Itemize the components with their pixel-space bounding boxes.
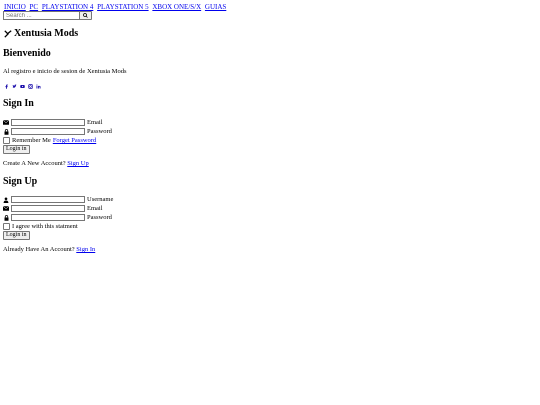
search-button[interactable] <box>79 11 92 20</box>
forget-password-link[interactable]: Forget Password <box>53 137 96 144</box>
user-icon <box>3 196 9 203</box>
signin-email-label: Email <box>87 119 103 126</box>
lock-icon <box>3 128 9 135</box>
signup-email-row: Email <box>3 205 103 212</box>
signup-email-input[interactable] <box>11 205 85 212</box>
have-account-prompt: Already Have An Account? <box>3 246 75 253</box>
remember-label: Remember Me <box>12 137 51 144</box>
have-account-line: Already Have An Account? Sign In <box>3 246 95 253</box>
nav-item-guias[interactable]: GUIAS <box>205 3 226 11</box>
social-links <box>4 83 41 89</box>
nav-item-playstation-4[interactable]: PLAYSTATION 4 <box>42 3 94 11</box>
signin-email-input[interactable] <box>11 119 85 126</box>
agree-checkbox[interactable] <box>3 223 10 230</box>
signup-link[interactable]: Sign Up <box>67 160 89 167</box>
signup-username-row: Username <box>3 196 113 203</box>
lock-icon <box>3 214 9 221</box>
signup-email-label: Email <box>87 205 103 212</box>
youtube-icon[interactable] <box>20 83 25 88</box>
facebook-icon[interactable] <box>4 83 9 89</box>
top-nav: INICIO PC PLAYSTATION 4 PLAYSTATION 5 XB… <box>4 3 228 11</box>
welcome-title: Bienvenido <box>3 48 51 59</box>
agree-label: I agree with this statment <box>12 223 78 230</box>
nav-item-xbox[interactable]: XBOX ONE/S/X <box>152 3 201 11</box>
search-input[interactable] <box>3 11 81 20</box>
signin-password-input[interactable] <box>11 128 85 135</box>
signup-button[interactable]: Login in <box>3 231 30 240</box>
nav-item-inicio[interactable]: INICIO <box>4 3 26 11</box>
signup-username-input[interactable] <box>11 196 85 203</box>
search-icon <box>83 13 88 18</box>
remember-checkbox[interactable] <box>3 137 10 144</box>
site-name: Xentusia Mods <box>14 28 79 39</box>
signin-password-row: Password <box>3 128 112 135</box>
linkedin-icon[interactable] <box>36 83 41 89</box>
signin-button[interactable]: Login in <box>3 145 30 154</box>
signin-password-label: Password <box>87 128 112 135</box>
site-logo[interactable]: Xentusia Mods <box>4 28 78 39</box>
signin-email-row: Email <box>3 119 103 126</box>
signup-title: Sign Up <box>3 176 38 187</box>
nav-item-playstation-5[interactable]: PLAYSTATION 5 <box>97 3 149 11</box>
signup-password-label: Password <box>87 214 112 221</box>
instagram-icon[interactable] <box>28 83 33 89</box>
twitter-icon[interactable] <box>12 83 17 88</box>
signup-password-row: Password <box>3 214 112 221</box>
welcome-subtitle: Al registro e inicio de sesion de Xentus… <box>3 68 127 75</box>
remember-row: Remember Me Forget Password <box>3 137 96 144</box>
envelope-icon <box>3 120 9 126</box>
nav-item-pc[interactable]: PC <box>30 3 39 11</box>
agree-row: I agree with this statment <box>3 223 78 230</box>
signup-password-input[interactable] <box>11 214 85 221</box>
signin-link[interactable]: Sign In <box>76 246 95 253</box>
create-account-line: Create A New Account? Sign Up <box>3 160 89 167</box>
signup-username-label: Username <box>87 196 114 203</box>
envelope-icon <box>3 206 9 212</box>
create-account-prompt: Create A New Account? <box>3 160 66 167</box>
x-logo-icon <box>4 29 12 38</box>
signin-title: Sign In <box>3 98 34 109</box>
